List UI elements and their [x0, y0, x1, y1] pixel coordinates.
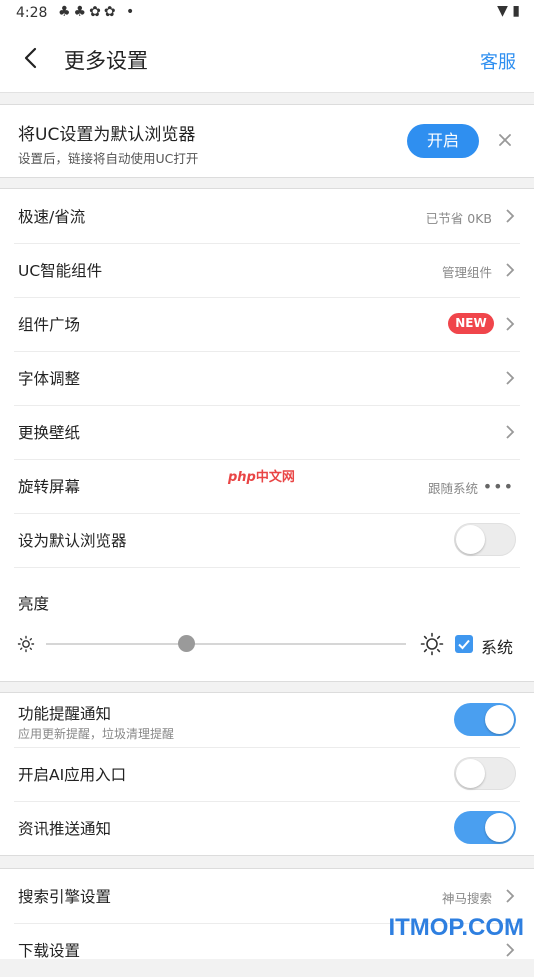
chevron-right-icon — [506, 889, 515, 903]
chevron-right-icon — [506, 425, 515, 439]
row-value: 已节省 0KB — [425, 211, 492, 226]
php-watermark-b: 中文网 — [255, 470, 295, 485]
row-label: 开启AI应用入口 — [18, 766, 127, 784]
default-browser-banner: 将UC设置为默认浏览器 设置后，链接将自动使用UC打开 开启 — [0, 104, 534, 178]
row-label: 组件广场 — [18, 316, 81, 334]
brightness-low-icon — [17, 635, 35, 653]
brightness-slider-track[interactable] — [46, 643, 406, 645]
toggle-knob — [485, 813, 514, 842]
php-watermark: php中文网 — [228, 466, 295, 485]
row-label: 字体调整 — [18, 370, 81, 388]
row-font-adjust[interactable]: 字体调整 — [14, 351, 520, 406]
row-label: 设为默认浏览器 — [18, 532, 127, 550]
row-sublabel: 应用更新提醒，垃圾清理提醒 — [18, 727, 175, 741]
row-label: 旋转屏幕 — [18, 478, 81, 496]
settings-group-notifications: 功能提醒通知 应用更新提醒，垃圾清理提醒 开启AI应用入口 资讯推送通知 — [0, 692, 534, 856]
row-uc-widgets[interactable]: UC智能组件 管理组件 — [14, 243, 520, 298]
row-set-default-browser: 设为默认浏览器 — [14, 513, 520, 568]
close-icon[interactable] — [495, 130, 515, 150]
toggle-knob — [485, 705, 514, 734]
row-label: 资讯推送通知 — [18, 820, 112, 838]
customer-service-button[interactable]: 客服 — [480, 48, 516, 74]
back-arrow-icon[interactable] — [20, 42, 44, 74]
chevron-right-icon — [506, 263, 515, 277]
site-watermark: ITMOP.COM — [388, 914, 524, 941]
chevron-right-icon — [506, 209, 515, 223]
checkmark-icon — [458, 639, 470, 650]
news-push-toggle[interactable] — [454, 811, 516, 844]
chevron-right-icon — [506, 317, 515, 331]
row-label: 极速/省流 — [18, 208, 86, 226]
chevron-right-icon — [506, 371, 515, 385]
ai-entry-toggle[interactable] — [454, 757, 516, 790]
notification-icons: ♣♣✿✿ • — [58, 4, 138, 20]
new-badge: NEW — [448, 313, 494, 334]
row-wallpaper[interactable]: 更换壁纸 — [14, 405, 520, 460]
toggle-knob — [456, 525, 485, 554]
row-value: 神马搜索 — [441, 891, 492, 906]
brightness-high-icon — [420, 632, 444, 656]
row-label: 更换壁纸 — [18, 424, 81, 442]
chevron-right-icon — [506, 943, 515, 957]
row-ai-entry: 开启AI应用入口 — [14, 747, 520, 802]
banner-title: 将UC设置为默认浏览器 — [18, 125, 196, 145]
wifi-battery-icon: ▼ ▮ — [497, 3, 520, 19]
enable-button[interactable]: 开启 — [407, 124, 479, 158]
row-label: 下载设置 — [18, 942, 81, 960]
system-brightness-checkbox[interactable] — [455, 635, 473, 653]
row-value: 管理组件 — [441, 265, 492, 280]
brightness-label: 亮度 — [18, 595, 50, 613]
row-feature-notify: 功能提醒通知 应用更新提醒，垃圾清理提醒 — [14, 693, 520, 748]
row-widget-plaza[interactable]: 组件广场 NEW — [14, 297, 520, 352]
status-time: 4:28 — [16, 5, 48, 21]
default-browser-toggle[interactable] — [454, 523, 516, 556]
row-value: 跟随系统 — [427, 481, 478, 496]
page-title: 更多设置 — [64, 49, 148, 73]
brightness-slider-thumb[interactable] — [177, 635, 195, 652]
row-label: UC智能组件 — [18, 262, 103, 280]
row-speed-saving[interactable]: 极速/省流 已节省 0KB — [14, 189, 520, 244]
row-news-push: 资讯推送通知 — [14, 801, 520, 855]
more-icon[interactable]: ••• — [483, 477, 514, 496]
php-watermark-a: php — [228, 470, 256, 485]
row-label: 功能提醒通知 — [18, 705, 112, 723]
feature-notify-toggle[interactable] — [454, 703, 516, 736]
banner-subtitle: 设置后，链接将自动使用UC打开 — [18, 151, 199, 166]
status-bar: 4:28 ♣♣✿✿ • ▼ ▮ — [0, 0, 534, 28]
row-label: 搜索引擎设置 — [18, 888, 112, 906]
header: 更多设置 客服 — [0, 28, 534, 93]
toggle-knob — [456, 759, 485, 788]
settings-group-general: 极速/省流 已节省 0KB UC智能组件 管理组件 组件广场 NEW 字体调整 … — [0, 188, 534, 682]
system-brightness-label: 系统 — [481, 638, 514, 657]
